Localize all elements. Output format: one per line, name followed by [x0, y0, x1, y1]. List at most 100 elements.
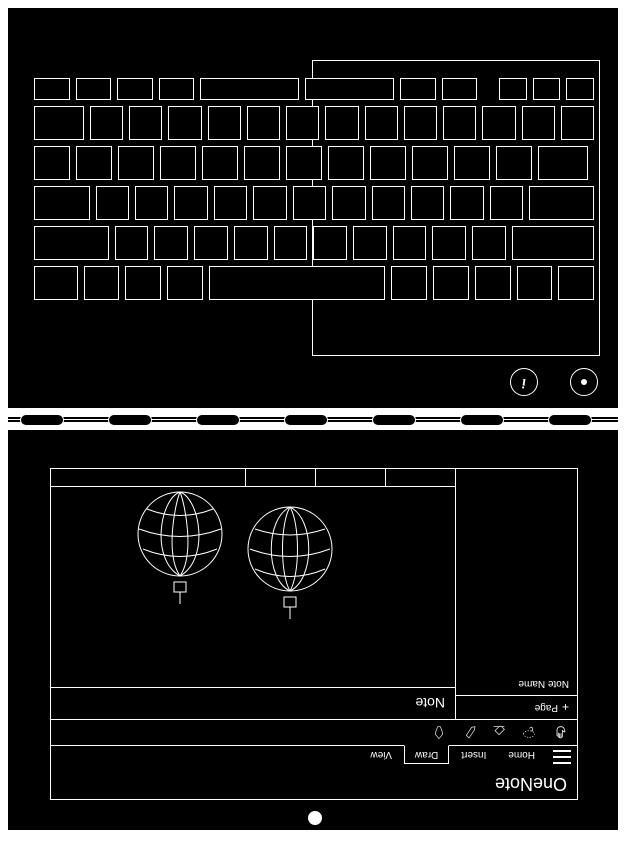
key[interactable] — [411, 186, 444, 220]
key[interactable] — [168, 106, 201, 140]
key[interactable] — [214, 186, 247, 220]
key[interactable] — [76, 78, 112, 100]
key[interactable] — [118, 146, 154, 180]
key[interactable] — [472, 226, 506, 260]
key[interactable] — [34, 146, 70, 180]
add-page-button[interactable]: + Page — [456, 695, 577, 719]
page-list-item[interactable]: Note Name — [456, 672, 577, 695]
key[interactable] — [482, 106, 515, 140]
lasso-icon[interactable] — [521, 725, 537, 741]
key[interactable] — [200, 78, 299, 100]
key[interactable] — [135, 186, 168, 220]
key[interactable] — [286, 146, 322, 180]
keyboard-row — [34, 186, 594, 220]
key[interactable] — [34, 226, 109, 260]
key[interactable] — [353, 226, 387, 260]
hamburger-icon[interactable] — [553, 750, 571, 764]
section-tab[interactable] — [385, 469, 455, 486]
key[interactable] — [370, 146, 406, 180]
marker-icon[interactable] — [431, 725, 447, 741]
keyboard-row — [34, 146, 594, 180]
key[interactable] — [293, 186, 326, 220]
info-button[interactable]: i — [510, 368, 538, 396]
key[interactable] — [313, 226, 347, 260]
key[interactable] — [496, 146, 532, 180]
key[interactable] — [117, 78, 153, 100]
hand-tool-icon[interactable] — [551, 725, 567, 741]
key[interactable] — [443, 106, 476, 140]
key[interactable] — [234, 226, 268, 260]
note-title[interactable]: Note — [51, 687, 455, 719]
key[interactable] — [167, 266, 203, 300]
key[interactable] — [84, 266, 120, 300]
key[interactable] — [247, 106, 280, 140]
tab-view[interactable]: View — [360, 746, 402, 763]
section-tab[interactable] — [315, 469, 385, 486]
key[interactable] — [129, 106, 162, 140]
tab-home[interactable]: Home — [498, 746, 545, 763]
key[interactable] — [454, 146, 490, 180]
key[interactable] — [450, 186, 483, 220]
key[interactable] — [90, 106, 123, 140]
key[interactable] — [202, 146, 238, 180]
key[interactable] — [412, 146, 448, 180]
key[interactable] — [305, 78, 394, 100]
key[interactable] — [442, 78, 478, 100]
key[interactable] — [433, 266, 469, 300]
key[interactable] — [154, 226, 188, 260]
key[interactable] — [115, 226, 149, 260]
key[interactable] — [432, 226, 466, 260]
record-button[interactable] — [570, 368, 598, 396]
key[interactable] — [561, 106, 594, 140]
key[interactable] — [244, 146, 280, 180]
draw-ribbon — [51, 719, 577, 745]
key[interactable] — [325, 106, 358, 140]
ornament-drawing-left — [245, 499, 335, 619]
page-list-pane: + Page Note Name — [455, 469, 577, 719]
key[interactable] — [253, 186, 286, 220]
key[interactable] — [208, 106, 241, 140]
eraser-icon[interactable] — [491, 725, 507, 741]
key[interactable] — [34, 266, 78, 300]
key[interactable] — [517, 266, 553, 300]
key[interactable] — [96, 186, 129, 220]
key[interactable] — [490, 186, 523, 220]
tab-draw[interactable]: Draw — [404, 745, 449, 764]
key[interactable] — [174, 186, 207, 220]
tab-insert[interactable]: Insert — [451, 746, 496, 763]
key[interactable] — [391, 266, 427, 300]
key[interactable] — [194, 226, 228, 260]
key[interactable] — [538, 146, 588, 180]
key[interactable] — [76, 146, 112, 180]
key[interactable] — [499, 78, 527, 100]
pen-icon[interactable] — [461, 725, 477, 741]
key[interactable] — [529, 186, 594, 220]
key[interactable] — [286, 106, 319, 140]
key[interactable] — [160, 146, 196, 180]
key[interactable] — [522, 106, 555, 140]
key[interactable] — [125, 266, 161, 300]
key[interactable] — [34, 106, 84, 140]
key[interactable] — [332, 186, 365, 220]
section-tab[interactable] — [245, 469, 315, 486]
key[interactable] — [475, 266, 511, 300]
keyboard[interactable] — [34, 78, 594, 306]
key[interactable] — [365, 106, 398, 140]
key[interactable] — [393, 226, 427, 260]
key-spacebar[interactable] — [209, 266, 386, 300]
keyboard-row — [34, 226, 594, 260]
note-canvas[interactable]: Note — [51, 469, 455, 719]
key[interactable] — [159, 78, 195, 100]
key[interactable] — [34, 78, 70, 100]
key[interactable] — [274, 226, 308, 260]
key[interactable] — [404, 106, 437, 140]
key[interactable] — [566, 78, 594, 100]
key[interactable] — [34, 186, 90, 220]
home-button[interactable] — [308, 811, 322, 825]
key[interactable] — [372, 186, 405, 220]
key[interactable] — [558, 266, 594, 300]
key[interactable] — [400, 78, 436, 100]
key[interactable] — [328, 146, 364, 180]
key[interactable] — [512, 226, 594, 260]
key[interactable] — [533, 78, 561, 100]
